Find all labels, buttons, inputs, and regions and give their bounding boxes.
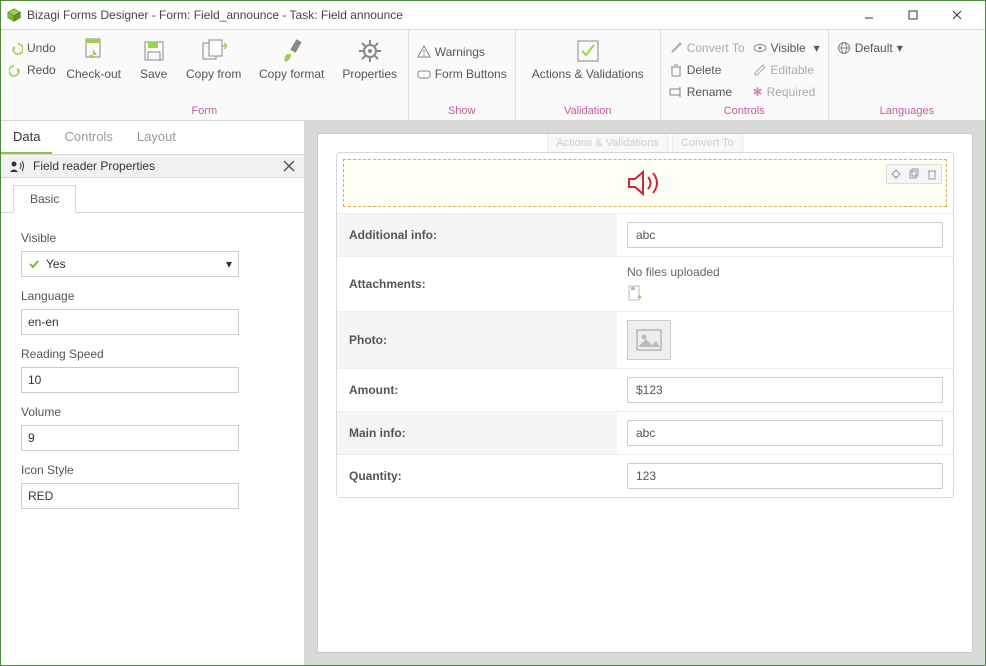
properties-button[interactable]: Properties xyxy=(340,34,400,81)
delete-button[interactable]: Delete xyxy=(669,60,745,80)
form-buttons-button[interactable]: Form Buttons xyxy=(417,64,507,84)
required-button[interactable]: ✱ Required xyxy=(753,82,820,102)
close-properties-button[interactable] xyxy=(282,159,296,173)
copy-format-button[interactable]: Copy format xyxy=(252,34,332,81)
amount-label: Amount: xyxy=(337,369,617,411)
copy-from-button[interactable]: Copy from xyxy=(184,34,244,81)
redo-button[interactable]: Redo xyxy=(9,60,56,80)
volume-label: Volume xyxy=(21,405,284,419)
redo-icon xyxy=(9,63,23,77)
wand-icon xyxy=(669,41,683,55)
main-info-input[interactable]: abc xyxy=(627,420,943,446)
quantity-input[interactable]: 123 xyxy=(627,463,943,489)
warning-icon xyxy=(417,45,431,59)
quantity-label: Quantity: xyxy=(337,455,617,497)
gear-icon xyxy=(357,38,383,64)
photo-label: Photo: xyxy=(337,312,617,368)
window-maximize-button[interactable] xyxy=(891,1,935,29)
widget-delete-button[interactable] xyxy=(924,166,940,182)
copy-from-icon xyxy=(201,38,227,64)
dropdown-caret-icon: ▾ xyxy=(814,41,820,55)
trash-icon xyxy=(669,63,683,77)
brush-icon xyxy=(279,38,305,64)
group-label-form: Form xyxy=(9,103,400,120)
check-icon xyxy=(28,258,40,270)
actions-validations-button[interactable]: Actions & Validations xyxy=(524,34,652,81)
window-close-button[interactable] xyxy=(935,1,979,29)
eye-icon xyxy=(753,41,767,55)
warnings-button[interactable]: Warnings xyxy=(417,42,507,62)
form-card: Additional info: abc Attachments: No fil… xyxy=(336,152,954,498)
editable-button[interactable]: Editable xyxy=(753,60,820,80)
reading-speed-label: Reading Speed xyxy=(21,347,284,361)
main-info-label: Main info: xyxy=(337,412,617,454)
attachments-empty-text: No files uploaded xyxy=(627,265,720,279)
widget-settings-button[interactable] xyxy=(888,166,904,182)
convert-to-button[interactable]: Convert To xyxy=(669,38,745,58)
dropdown-caret-icon: ▾ xyxy=(226,257,232,271)
checkout-button[interactable]: Check-out xyxy=(64,34,124,81)
language-button[interactable]: Default ▾ xyxy=(837,38,903,58)
check-icon xyxy=(575,38,601,64)
volume-input[interactable]: 9 xyxy=(21,425,239,451)
amount-input[interactable]: $123 xyxy=(627,377,943,403)
rename-icon xyxy=(669,85,683,99)
widget-copy-button[interactable] xyxy=(906,166,922,182)
properties-header: Field reader Properties xyxy=(1,155,304,178)
speaker-widget[interactable] xyxy=(343,159,947,207)
visible-select[interactable]: Yes ▾ xyxy=(21,251,239,277)
app-icon xyxy=(7,8,21,22)
basic-tab[interactable]: Basic xyxy=(13,185,76,213)
globe-icon xyxy=(837,41,851,55)
ghost-convert: Convert To xyxy=(672,133,743,153)
canvas-area: Actions & Validations Convert To Additio… xyxy=(305,121,985,665)
icon-style-input[interactable]: RED xyxy=(21,483,239,509)
titlebar: Bizagi Forms Designer - Form: Field_anno… xyxy=(1,1,985,29)
group-label-controls: Controls xyxy=(669,103,820,120)
rename-button[interactable]: Rename xyxy=(669,82,745,102)
window-minimize-button[interactable] xyxy=(847,1,891,29)
visible-button[interactable]: Visible ▾ xyxy=(753,38,820,58)
save-icon xyxy=(141,38,167,64)
speaker-icon xyxy=(623,167,667,199)
attachments-label: Attachments: xyxy=(337,257,617,311)
dropdown-caret-icon: ▾ xyxy=(897,41,903,55)
form-buttons-icon xyxy=(417,68,431,80)
speaker-person-icon xyxy=(9,159,27,173)
checkout-icon xyxy=(81,38,107,64)
language-label: Language xyxy=(21,289,284,303)
window-title: Bizagi Forms Designer - Form: Field_anno… xyxy=(27,8,847,22)
reading-speed-input[interactable]: 10 xyxy=(21,367,239,393)
upload-icon[interactable] xyxy=(627,285,643,303)
tab-data[interactable]: Data xyxy=(1,121,52,154)
save-button[interactable]: Save xyxy=(132,34,176,81)
icon-style-label: Icon Style xyxy=(21,463,284,477)
ribbon: Undo Redo Check-out Save Copy from xyxy=(1,29,985,121)
undo-button[interactable]: Undo xyxy=(9,38,56,58)
left-panel: Data Controls Layout Field reader Proper… xyxy=(1,121,305,665)
properties-title: Field reader Properties xyxy=(33,159,155,173)
pencil-icon xyxy=(753,63,767,77)
undo-icon xyxy=(9,41,23,55)
photo-placeholder[interactable] xyxy=(627,320,671,360)
language-input[interactable]: en-en xyxy=(21,309,239,335)
group-label-languages: Languages xyxy=(837,103,977,120)
tab-controls[interactable]: Controls xyxy=(52,121,124,154)
group-label-show: Show xyxy=(417,103,507,120)
additional-info-label: Additional info: xyxy=(337,214,617,256)
ghost-actions: Actions & Validations xyxy=(547,133,668,153)
group-label-validation: Validation xyxy=(524,103,652,120)
ghost-toolbar: Actions & Validations Convert To xyxy=(547,133,743,153)
additional-info-input[interactable]: abc xyxy=(627,222,943,248)
asterisk-icon: ✱ xyxy=(753,85,763,99)
tab-layout[interactable]: Layout xyxy=(125,121,188,154)
visible-label: Visible xyxy=(21,231,284,245)
